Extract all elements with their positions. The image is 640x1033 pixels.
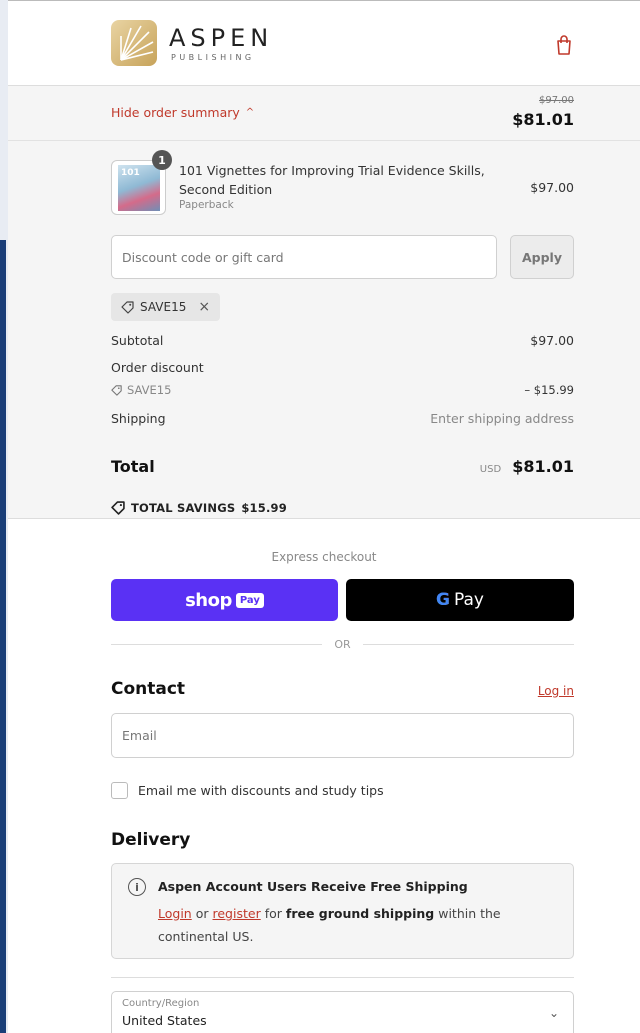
or-divider: OR bbox=[111, 638, 574, 651]
total-savings-label: TOTAL SAVINGS bbox=[131, 501, 236, 515]
chevron-down-icon: ⌄ bbox=[548, 1006, 559, 1020]
discount-form: Apply bbox=[8, 233, 640, 293]
notice-login-link[interactable]: Login bbox=[158, 906, 192, 921]
brand-subtitle: PUBLISHING bbox=[171, 52, 255, 62]
total-savings: TOTAL SAVINGS $15.99 bbox=[111, 501, 287, 515]
country-select[interactable]: Country/Region United States ⌄ bbox=[111, 991, 574, 1033]
tag-icon bbox=[121, 300, 134, 314]
email-field[interactable] bbox=[111, 713, 574, 758]
total-value: $81.01 bbox=[512, 457, 574, 476]
total-savings-value: $15.99 bbox=[241, 501, 287, 515]
remove-discount-icon[interactable]: × bbox=[198, 299, 210, 315]
notice-bold: free ground shipping bbox=[285, 906, 435, 921]
discount-code-input[interactable] bbox=[111, 235, 497, 279]
google-pay-label: Pay bbox=[454, 590, 484, 610]
total-row: Total USD $81.01 bbox=[111, 457, 574, 476]
discount-chip-code: SAVE15 bbox=[140, 300, 187, 314]
discount-value: – $15.99 bbox=[524, 383, 574, 397]
notice-title: Aspen Account Users Receive Free Shippin… bbox=[158, 879, 468, 894]
currency-code: USD bbox=[479, 464, 502, 475]
product-title: 101 Vignettes for Improving Trial Eviden… bbox=[179, 163, 485, 197]
hide-summary-toggle[interactable]: Hide order summary ^ bbox=[111, 105, 254, 120]
delivery-heading: Delivery bbox=[111, 830, 191, 850]
checkout-page: ASPEN PUBLISHING Hide order summary ^ $9… bbox=[8, 0, 640, 1033]
total-label: Total bbox=[111, 457, 155, 476]
login-link[interactable]: Log in bbox=[538, 684, 574, 698]
product-format: Paperback bbox=[179, 199, 234, 211]
subtotal-label: Subtotal bbox=[111, 333, 164, 348]
express-checkout-label: Express checkout bbox=[271, 550, 377, 564]
notice-or: or bbox=[195, 906, 209, 921]
product-price: $97.00 bbox=[530, 180, 574, 195]
savings-tag-icon bbox=[111, 501, 125, 515]
line-item: 101 1 101 Vignettes for Improving Trial … bbox=[8, 141, 640, 233]
country-value: United States bbox=[122, 1013, 207, 1028]
window-edge-strip bbox=[0, 240, 6, 1033]
site-header: ASPEN PUBLISHING bbox=[8, 1, 640, 86]
or-label: OR bbox=[334, 638, 351, 651]
window-edge bbox=[0, 0, 8, 1033]
cost-breakdown: Subtotal $97.00 Order discount SAVE15 – … bbox=[8, 333, 640, 518]
shop-pay-chip: Pay bbox=[235, 592, 264, 608]
book-cover-text: 101 bbox=[121, 168, 140, 178]
hide-summary-label: Hide order summary bbox=[111, 105, 240, 120]
shipping-value: Enter shipping address bbox=[430, 411, 574, 426]
notice-register-link[interactable]: register bbox=[213, 906, 261, 921]
shipping-label: Shipping bbox=[111, 411, 166, 426]
order-discount-row: Order discount bbox=[111, 360, 574, 375]
notice-for: for bbox=[264, 906, 282, 921]
free-shipping-notice: i Aspen Account Users Receive Free Shipp… bbox=[111, 863, 574, 959]
tag-icon bbox=[111, 384, 122, 396]
discount-code-label: SAVE15 bbox=[127, 383, 172, 397]
order-summary: Hide order summary ^ $97.00 $81.01 101 1… bbox=[8, 86, 640, 519]
shop-pay-button[interactable]: shop Pay bbox=[111, 579, 338, 621]
brand-logo[interactable]: ASPEN PUBLISHING bbox=[111, 20, 273, 66]
brand-name: ASPEN bbox=[169, 23, 274, 52]
shopping-bag-icon[interactable] bbox=[554, 34, 574, 56]
google-pay-button[interactable]: G Pay bbox=[346, 579, 574, 621]
country-label: Country/Region bbox=[122, 998, 200, 1009]
chevron-up-icon: ^ bbox=[245, 107, 255, 118]
discount-chip: SAVE15 × bbox=[111, 293, 221, 321]
book-cover: 101 bbox=[118, 165, 160, 211]
applied-discounts: SAVE15 × bbox=[8, 293, 640, 333]
contact-heading: Contact bbox=[111, 679, 186, 699]
section-divider bbox=[111, 977, 574, 978]
order-discount-label: Order discount bbox=[111, 360, 204, 375]
subtotal-value: $97.00 bbox=[530, 333, 574, 348]
summary-toggle-bar: Hide order summary ^ $97.00 $81.01 bbox=[8, 86, 640, 141]
shop-pay-wordmark: shop bbox=[185, 589, 232, 611]
quantity-badge: 1 bbox=[152, 150, 172, 170]
subtotal-row: Subtotal $97.00 bbox=[111, 333, 574, 348]
newsletter-label: Email me with discounts and study tips bbox=[138, 783, 384, 798]
newsletter-checkbox[interactable] bbox=[111, 782, 128, 799]
google-g-icon: G bbox=[436, 590, 450, 610]
discount-code-row: SAVE15 – $15.99 bbox=[111, 383, 574, 397]
notice-body: Login or register for free ground shippi… bbox=[158, 902, 558, 948]
original-price: $97.00 bbox=[539, 95, 574, 106]
newsletter-option[interactable]: Email me with discounts and study tips bbox=[111, 782, 384, 799]
aspen-leaf-icon bbox=[111, 20, 157, 66]
apply-discount-button[interactable]: Apply bbox=[510, 235, 574, 279]
info-icon: i bbox=[128, 878, 146, 896]
summary-total-price: $81.01 bbox=[512, 110, 574, 129]
shipping-row: Shipping Enter shipping address bbox=[111, 411, 574, 426]
